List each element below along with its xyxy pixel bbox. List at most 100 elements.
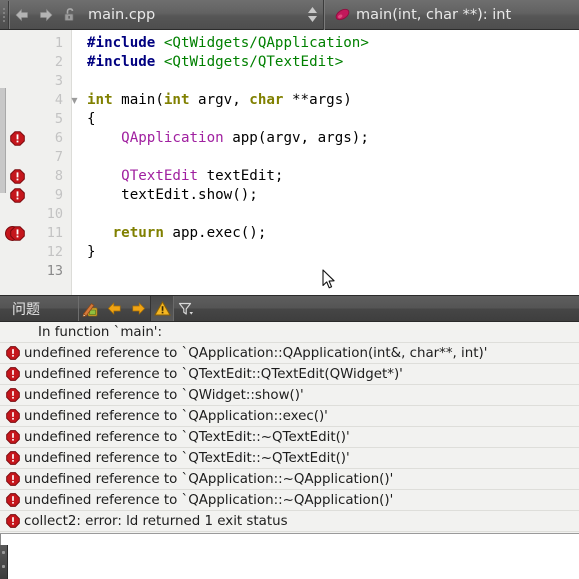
open-file-selector[interactable]: main.cpp — [82, 0, 301, 30]
gutter-marker-slot — [0, 243, 34, 262]
issue-row[interactable]: undefined reference to `QTextEdit::~QTex… — [0, 448, 579, 469]
code-line[interactable]: 6 QApplication app(argv, args); — [0, 129, 579, 148]
error-octagon-icon — [2, 385, 24, 406]
issues-panel-header: 问题 — [0, 295, 579, 322]
symbol-name: main(int, char **): int — [356, 6, 512, 23]
issue-row[interactable]: collect2: error: ld returned 1 exit stat… — [0, 511, 579, 532]
code-line[interactable]: 7 — [0, 148, 579, 167]
code-line[interactable]: 12} — [0, 243, 579, 262]
error-octagon-icon — [4, 226, 25, 241]
code-line[interactable]: 1 #include <QtWidgets/QApplication> — [0, 34, 579, 53]
code-token: #include — [87, 35, 164, 51]
issue-row[interactable]: undefined reference to `QApplication::~Q… — [0, 490, 579, 511]
toolbar-drag-handle[interactable] — [0, 0, 8, 30]
line-number: 1 — [54, 35, 63, 51]
code-line[interactable]: 5{ — [0, 110, 579, 129]
error-octagon-icon — [2, 406, 24, 427]
error-marker[interactable] — [0, 224, 34, 243]
code-line-text: int main(int argv, char **args) — [81, 91, 579, 110]
code-token: textEdit; — [198, 168, 284, 184]
code-line-text: { — [81, 110, 579, 129]
error-marker[interactable] — [0, 186, 34, 205]
error-marker[interactable] — [0, 167, 34, 186]
code-line-text: #include <QtWidgets/QApplication> — [81, 34, 579, 53]
issue-row[interactable]: undefined reference to `QTextEdit::QText… — [0, 364, 579, 385]
code-token: argv, — [189, 92, 250, 108]
issues-panel-toolbar — [76, 296, 198, 321]
open-file-name: main.cpp — [88, 6, 156, 23]
show-warnings-icon[interactable] — [150, 296, 174, 321]
previous-issue-icon[interactable] — [102, 296, 126, 321]
issue-message: In function `main': — [38, 324, 162, 340]
line-number: 8 — [54, 168, 63, 184]
next-issue-icon[interactable] — [126, 296, 150, 321]
issue-row[interactable]: undefined reference to `QApplication::ex… — [0, 406, 579, 427]
code-token: app.exec(); — [163, 225, 267, 241]
error-octagon-icon — [2, 511, 24, 532]
code-token: } — [87, 244, 96, 260]
issues-list[interactable]: In function `main': undefined reference … — [0, 322, 579, 534]
function-symbol-icon — [332, 5, 352, 25]
code-token: char — [249, 92, 284, 108]
code-token: QApplication — [121, 130, 224, 146]
code-line-text: QTextEdit textEdit; — [81, 167, 579, 186]
issue-message: undefined reference to `QApplication::ex… — [24, 408, 328, 424]
clear-issues-icon[interactable] — [78, 296, 102, 321]
error-octagon-icon — [2, 427, 24, 448]
issue-row[interactable]: undefined reference to `QApplication::QA… — [0, 343, 579, 364]
arrow-left-icon[interactable] — [10, 1, 34, 29]
unlocked-padlock-icon[interactable] — [58, 1, 82, 29]
issue-message: undefined reference to `QApplication::QA… — [24, 345, 488, 361]
code-line[interactable]: 9 textEdit.show(); — [0, 186, 579, 205]
mode-selector-stub[interactable] — [0, 545, 8, 579]
line-number: 2 — [54, 54, 63, 70]
code-line-text: return app.exec(); — [81, 224, 579, 243]
gutter-marker-slot — [0, 110, 34, 129]
gutter-marker-slot — [0, 262, 34, 281]
code-line[interactable]: 4 ▼ int main(int argv, char **args) — [0, 91, 579, 110]
code-token: app(argv, args); — [223, 130, 369, 146]
updown-spinner-icon[interactable] — [301, 0, 323, 30]
line-number: 13 — [46, 263, 63, 279]
code-line[interactable]: 10 — [0, 205, 579, 224]
issue-row[interactable]: undefined reference to `QTextEdit::~QTex… — [0, 427, 579, 448]
issue-row[interactable]: undefined reference to `QApplication::~Q… — [0, 469, 579, 490]
qt-creator-window: main.cpp main(int, char **): int 1 #inclu… — [0, 0, 579, 579]
issue-row[interactable]: In function `main': — [0, 322, 579, 343]
line-number: 3 — [54, 73, 63, 89]
error-octagon-icon — [9, 169, 25, 184]
code-token: int — [163, 92, 190, 108]
code-line[interactable]: 8 QTextEdit textEdit; — [0, 167, 579, 186]
filter-issues-icon[interactable] — [174, 296, 198, 321]
error-marker[interactable] — [0, 129, 34, 148]
status-area — [0, 534, 579, 579]
fold-collapse-icon[interactable]: ▼ — [68, 96, 81, 105]
gutter-marker-slot — [0, 53, 34, 72]
arrow-right-icon[interactable] — [34, 1, 58, 29]
line-number: 6 — [54, 130, 63, 146]
code-line[interactable]: 13 — [0, 262, 579, 281]
issue-message: undefined reference to `QApplication::~Q… — [24, 492, 394, 508]
issue-no-icon — [0, 322, 30, 343]
issue-message: collect2: error: ld returned 1 exit stat… — [24, 513, 288, 529]
code-editor[interactable]: 1 #include <QtWidgets/QApplication> 2 #incl… — [0, 30, 579, 295]
line-number: 7 — [54, 149, 63, 165]
code-token: return — [112, 225, 164, 241]
code-token: <QtWidgets/QApplication> — [163, 35, 369, 51]
code-line[interactable]: 11 return app.exec(); — [0, 224, 579, 243]
symbol-selector[interactable]: main(int, char **): int — [323, 0, 579, 30]
code-token: int — [87, 92, 113, 108]
code-line[interactable]: 2 #include <QtWidgets/QTextEdit> — [0, 53, 579, 72]
code-token: **args) — [283, 92, 352, 108]
issue-row[interactable]: undefined reference to `QWidget::show()' — [0, 385, 579, 406]
issue-message: undefined reference to `QTextEdit::~QTex… — [24, 450, 350, 466]
gutter-marker-slot — [0, 72, 34, 91]
code-token: <QtWidgets/QTextEdit> — [163, 54, 344, 70]
error-octagon-icon — [2, 469, 24, 490]
code-line-text: textEdit.show(); — [81, 186, 579, 205]
line-number: 9 — [54, 187, 63, 203]
code-line-text: QApplication app(argv, args); — [81, 129, 579, 148]
code-line[interactable]: 3 — [0, 72, 579, 91]
issues-panel-title: 问题 — [12, 301, 40, 318]
